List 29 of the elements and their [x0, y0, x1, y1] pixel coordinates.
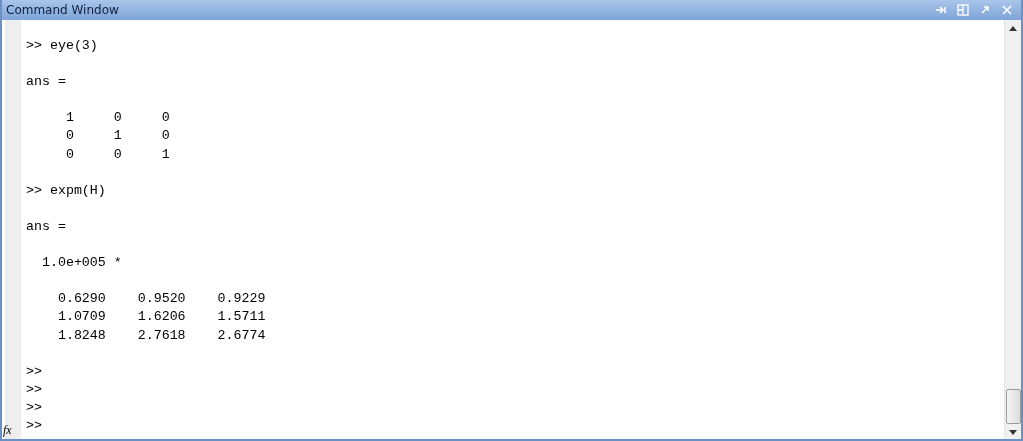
window-title: Command Window [6, 3, 119, 17]
close-icon [1001, 4, 1013, 16]
layout-button[interactable] [957, 4, 969, 16]
undock-button[interactable] [935, 4, 947, 16]
console-line: 1.0e+005 * [40, 254, 123, 273]
console-line: >> expm(H) [26, 181, 107, 200]
console-line: >> [26, 416, 43, 435]
console-line: ans = [26, 73, 67, 92]
scroll-thumb[interactable] [1005, 389, 1021, 424]
diagonal-arrow-icon [979, 4, 991, 16]
console-line: 1.0709 1.6206 1.5711 [56, 308, 267, 327]
console-line: >> [26, 398, 43, 417]
console-line: 1 0 0 [64, 109, 171, 128]
scroll-up-icon[interactable] [1009, 26, 1017, 31]
console-line: 0 1 0 [64, 127, 171, 146]
console-line: ans = [26, 217, 67, 236]
console-line: 0 0 1 [64, 145, 171, 164]
console-line: 1.8248 2.7618 2.6774 [56, 326, 267, 345]
arrow-to-bar-icon [935, 4, 947, 16]
function-browser-button[interactable]: fx [3, 421, 21, 439]
console-line: >> [26, 380, 43, 399]
scroll-down-icon[interactable] [1009, 430, 1017, 435]
scrollbar[interactable] [1004, 20, 1021, 439]
console-line: 0.6290 0.9520 0.9229 [56, 290, 267, 309]
close-button[interactable] [1001, 4, 1013, 16]
console-line: >> [26, 362, 43, 381]
console-line: >> eye(3) [26, 37, 99, 55]
maximize-button[interactable] [979, 4, 991, 16]
layout-icon [957, 4, 969, 16]
